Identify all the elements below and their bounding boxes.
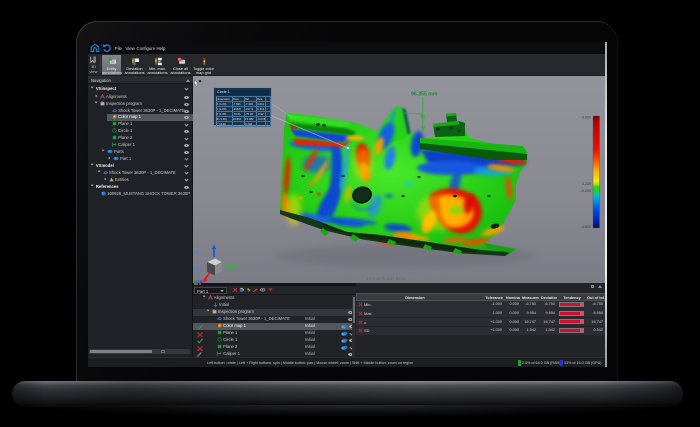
svg-text:-0.500: -0.500 — [581, 225, 591, 229]
svg-text:0.250: 0.250 — [582, 182, 591, 186]
svg-text:0.500: 0.500 — [582, 116, 591, 120]
svg-text:-0.250: -0.250 — [581, 189, 591, 193]
svg-text:9 0 0 2675 2021 05 01: 9 0 0 2675 2021 05 01 — [366, 276, 407, 281]
svg-text:96.355 mm: 96.355 mm — [411, 92, 438, 98]
